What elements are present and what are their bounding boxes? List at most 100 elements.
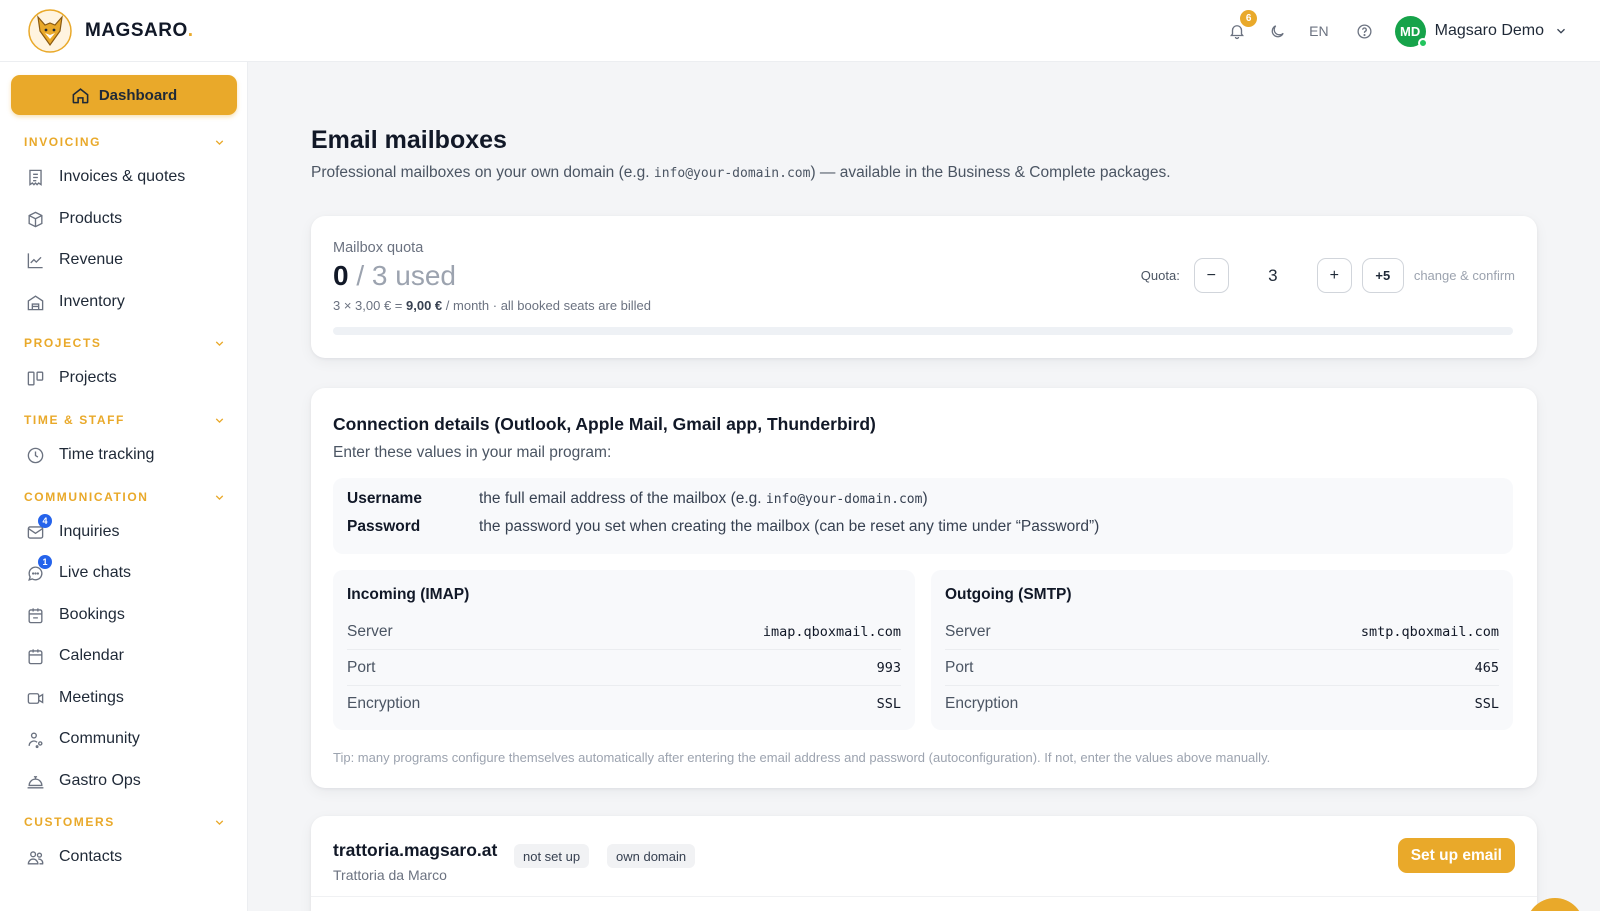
quota-control-label: Quota: <box>1140 268 1180 283</box>
section-projects[interactable]: PROJECTS <box>24 336 226 350</box>
outgoing-port-row: Port 465 <box>945 650 1499 686</box>
sidebar-item-label: Inventory <box>59 293 125 310</box>
sidebar-item-invoices[interactable]: Invoices & quotes <box>24 161 234 193</box>
connection-title: Connection details (Outlook, Apple Mail,… <box>333 414 876 434</box>
quota-controls: Quota: − 3 + +5 change & confirm <box>1141 258 1515 293</box>
quota-decrement-button[interactable]: − <box>1193 258 1229 293</box>
cloche-icon <box>27 775 43 789</box>
section-label: COMMUNICATION <box>24 490 149 504</box>
sidebar-item-live-chats[interactable]: 1 Live chats <box>24 555 234 589</box>
sidebar-item-label: Revenue <box>59 251 124 268</box>
page-title: Email mailboxes <box>311 126 507 154</box>
sidebar: Dashboard INVOICING Invoices & quotes Pr… <box>0 62 248 911</box>
row-label: Port <box>945 658 974 676</box>
password-value: the password you set when creating the m… <box>479 518 1100 535</box>
incoming-encryption: SSL <box>876 696 901 712</box>
username-label: Username <box>347 490 422 507</box>
outgoing-server-row: Server smtp.qboxmail.com <box>945 614 1499 650</box>
user-name: Magsaro Demo <box>1434 22 1544 39</box>
user-menu[interactable]: MD Magsaro Demo <box>1394 15 1568 48</box>
set-up-email-button[interactable]: Set up email <box>1397 838 1515 873</box>
fox-logo-icon <box>28 9 72 53</box>
billing-text: 3 × 3,00 € = <box>333 298 407 313</box>
brand-logo[interactable]: MAGSARO. <box>28 9 194 53</box>
subtitle-example-address: info@your-domain.com <box>653 166 811 181</box>
sidebar-item-dashboard[interactable]: Dashboard <box>11 75 237 115</box>
sidebar-item-gastro-ops[interactable]: Gastro Ops <box>24 765 234 797</box>
mailbox-quota-card: Mailbox quota 0 / 3 used 3 × 3,00 € = 9,… <box>311 216 1537 358</box>
quota-total: / 3 used <box>348 260 456 291</box>
sidebar-item-meetings[interactable]: Meetings <box>24 682 234 714</box>
sidebar-item-label: Calendar <box>59 647 124 664</box>
autoconfig-tip: Tip: many programs configure themselves … <box>333 750 1271 765</box>
quota-add-five-button[interactable]: +5 <box>1361 258 1404 293</box>
section-customers[interactable]: CUSTOMERS <box>24 815 226 829</box>
sidebar-item-label: Contacts <box>59 848 123 865</box>
quota-confirm-link[interactable]: change & confirm <box>1414 268 1515 283</box>
incoming-encryption-row: Encryption SSL <box>347 686 901 722</box>
outgoing-port: 465 <box>1474 659 1499 676</box>
subtitle-text: Professional mailboxes on your own domai… <box>311 164 654 181</box>
incoming-port-row: Port 993 <box>347 650 901 686</box>
users-icon <box>27 850 43 865</box>
video-camera-icon <box>27 692 43 704</box>
notifications-button[interactable]: 6 <box>1221 10 1258 47</box>
quota-usage: 0 / 3 used <box>333 260 456 292</box>
sidebar-item-bookings[interactable]: Bookings <box>24 599 234 631</box>
sidebar-item-revenue[interactable]: Revenue <box>24 244 234 276</box>
language-switch[interactable]: EN <box>1309 23 1328 39</box>
chevron-down-icon <box>215 417 224 423</box>
status-badge: not set up <box>514 844 590 868</box>
avatar: MD <box>1394 15 1428 48</box>
sidebar-item-inquiries[interactable]: 4 Inquiries <box>24 514 234 548</box>
username-example: info@your-domain.com <box>765 492 923 507</box>
incoming-title: Incoming (IMAP) <box>347 586 470 603</box>
chevron-down-icon <box>215 494 224 500</box>
section-label: TIME & STAFF <box>24 413 125 427</box>
quota-increment-button[interactable]: + <box>1316 258 1352 293</box>
sidebar-item-contacts[interactable]: Contacts <box>24 841 234 873</box>
main-content: Email mailboxes Professional mailboxes o… <box>249 62 1600 911</box>
sidebar-item-label: Invoices & quotes <box>59 168 186 185</box>
row-label: Encryption <box>347 695 421 712</box>
row-label: Server <box>347 622 393 640</box>
dark-mode-toggle[interactable] <box>1261 15 1293 47</box>
username-value: the full email address of the mailbox (e… <box>479 490 928 508</box>
username-text: the full email address of the mailbox (e… <box>479 490 766 507</box>
sidebar-item-products[interactable]: Products <box>24 203 234 235</box>
quota-progress-bar <box>333 327 1513 335</box>
sidebar-item-projects[interactable]: Projects <box>24 362 234 394</box>
sidebar-item-label: Products <box>59 210 123 227</box>
divider <box>311 896 1537 897</box>
incoming-server: imap.qboxmail.com <box>762 623 901 640</box>
section-communication[interactable]: COMMUNICATION <box>24 490 226 504</box>
sidebar-item-inventory[interactable]: Inventory <box>24 286 234 318</box>
section-time-staff[interactable]: TIME & STAFF <box>24 413 226 427</box>
notification-count-badge: 6 <box>1240 10 1258 27</box>
credentials-box: Username the full email address of the m… <box>333 478 1513 554</box>
domain-type-badge: own domain <box>607 844 696 868</box>
row-label: Server <box>945 622 991 640</box>
outgoing-encryption: SSL <box>1474 696 1499 712</box>
sidebar-item-calendar[interactable]: Calendar <box>24 640 234 672</box>
billing-total: 9,00 € <box>406 298 443 313</box>
chevron-down-icon <box>215 139 224 145</box>
domain-business-name: Trattoria da Marco <box>333 867 447 883</box>
sidebar-item-label: Inquiries <box>59 523 120 540</box>
section-invoicing[interactable]: INVOICING <box>24 135 226 149</box>
box-icon <box>27 211 43 227</box>
row-label: Encryption <box>945 695 1019 712</box>
section-label: CUSTOMERS <box>24 815 115 829</box>
row-label: Port <box>347 658 376 676</box>
sidebar-item-time-tracking[interactable]: Time tracking <box>24 439 234 471</box>
page-subtitle: Professional mailboxes on your own domai… <box>311 164 1171 182</box>
help-button[interactable] <box>1349 15 1381 47</box>
sidebar-item-label: Bookings <box>59 606 125 623</box>
connection-subtitle: Enter these values in your mail program: <box>333 444 612 461</box>
sidebar-item-community[interactable]: Community <box>24 723 234 755</box>
password-label: Password <box>347 518 421 535</box>
billing-text: / month · all booked seats are billed <box>442 298 652 313</box>
quota-used-count: 0 <box>333 260 349 291</box>
outgoing-encryption-row: Encryption SSL <box>945 686 1499 722</box>
outgoing-server: smtp.qboxmail.com <box>1360 623 1499 640</box>
